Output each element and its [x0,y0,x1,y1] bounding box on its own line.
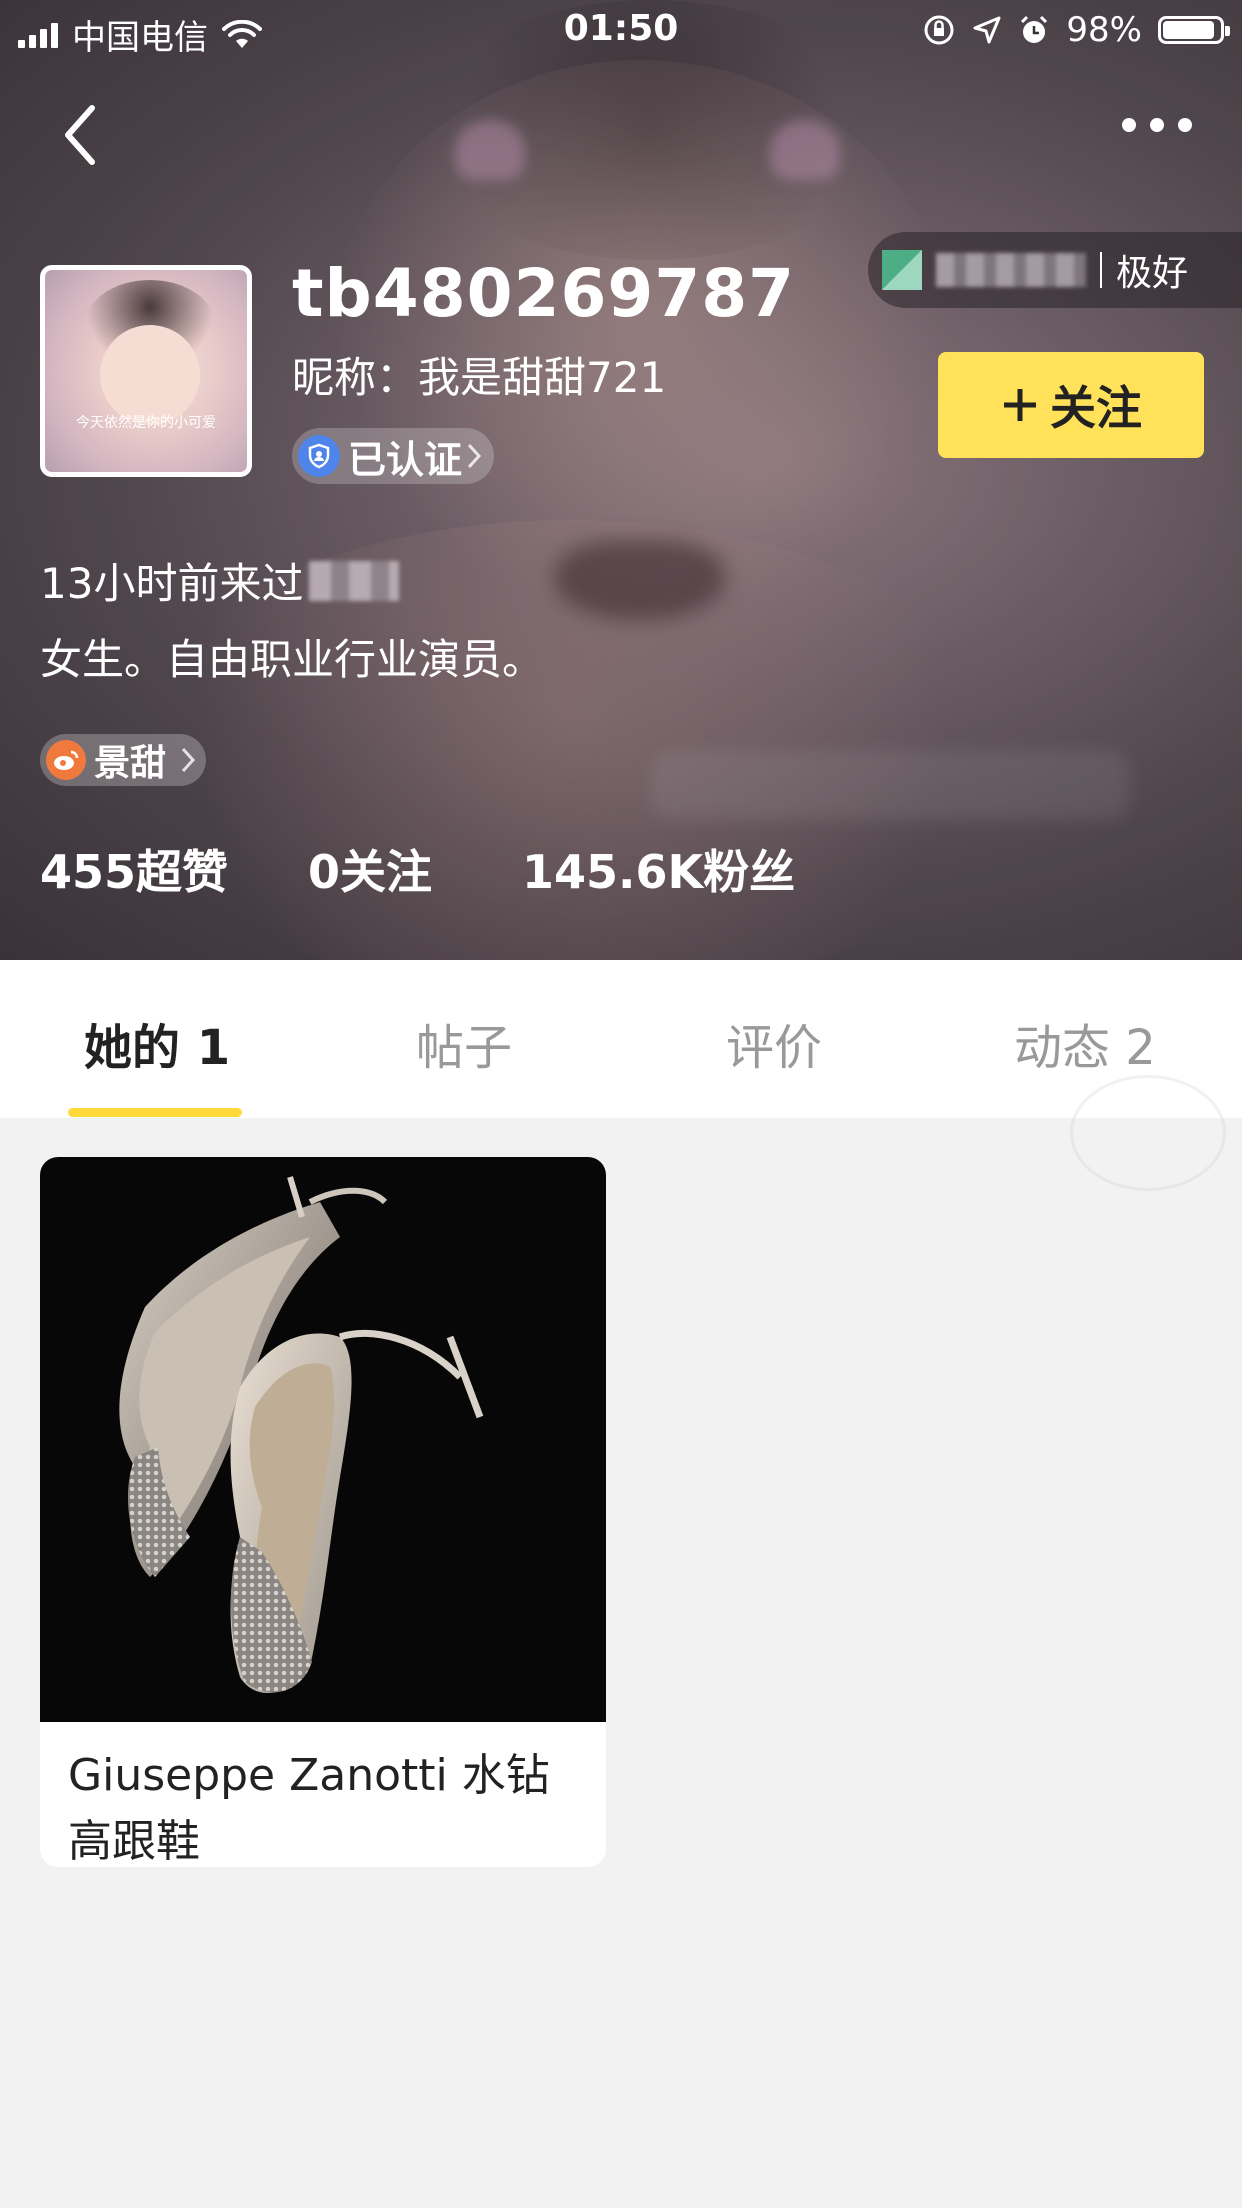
location-icon [973,16,1001,44]
product-image [40,1157,606,1722]
product-card[interactable]: Giuseppe Zanotti 水钻高跟鞋 [40,1157,606,1867]
profile-header-background [0,0,1242,960]
weibo-label: 景甜 [94,743,167,784]
active-tab-indicator [68,1108,242,1117]
plus-icon [1004,389,1036,421]
tab-reviews[interactable]: 评价 [726,1008,822,1078]
tab-posts[interactable]: 帖子 [416,1008,512,1078]
status-bar: 中国电信 01:50 98% [0,0,1242,62]
profile-stats: 455超赞 0关注 145.6K粉丝 [40,836,795,902]
follow-button[interactable]: 关注 [938,352,1204,458]
verified-label: 已认证 [348,437,463,482]
credit-logo-icon [882,250,922,290]
verified-badge[interactable]: 已认证 [292,428,495,484]
follow-label: 关注 [1050,381,1142,435]
avatar-caption: 今天依然是你的小可爱 [76,415,216,431]
profile-tabs: 她的 1 帖子 评价 动态 2 [0,960,1242,1118]
dot-icon [1178,118,1192,132]
nickname: 昵称：我是甜甜721 [292,353,667,402]
watermark-stamp [1070,1075,1226,1191]
following-count[interactable]: 0关注 [308,836,522,902]
battery-percent: 98% [1066,10,1142,50]
avatar[interactable]: 今天依然是你的小可爱 [40,265,252,477]
dot-icon [1150,118,1164,132]
orientation-lock-icon [924,15,954,45]
tab-activity[interactable]: 动态 2 [1014,1008,1156,1078]
product-title: Giuseppe Zanotti 水钻高跟鞋 [68,1750,550,1867]
dot-icon [1122,118,1136,132]
bio: 女生。自由职业行业演员。 [40,635,545,684]
more-options-button[interactable] [1122,118,1192,132]
tab-her-items[interactable]: 她的 1 [84,1008,230,1078]
redacted-text [309,560,400,601]
alarm-icon [1021,15,1048,43]
back-button[interactable] [56,100,108,170]
user-id: tb480269787 [292,255,796,332]
redacted-text [936,253,1086,287]
fans-count[interactable]: 145.6K粉丝 [522,836,795,902]
chevron-right-icon [467,443,482,469]
chevron-left-icon [65,105,95,165]
weibo-link[interactable]: 景甜 [40,734,207,786]
last-seen: 13小时前来过 [40,550,400,611]
weibo-icon [46,740,86,780]
super-likes-count[interactable]: 455超赞 [40,836,308,902]
chevron-right-icon [181,747,196,773]
battery-icon [1158,16,1230,44]
credit-rating-badge[interactable]: 极好 [868,232,1242,308]
credit-rating-label: 极好 [1116,253,1189,294]
verified-shield-icon [298,435,340,477]
